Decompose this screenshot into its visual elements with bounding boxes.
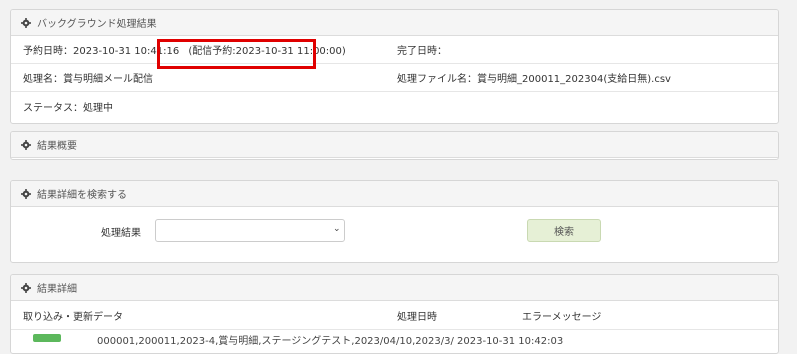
complete-label: 完了日時： [397, 46, 447, 57]
schedule-row: 予約日時：2023-10-31 10:41:16 (配信予約:2023-10-3… [11, 36, 778, 64]
result-select[interactable] [155, 219, 345, 242]
table-header: 取り込み・更新データ 処理日時 エラーメッセージ [11, 301, 778, 330]
chevron-down-icon: ⌄ [333, 224, 341, 234]
process-row: 処理名：賞与明細メール配信 処理ファイル名：賞与明細_200011_202304… [11, 64, 778, 92]
status-badge [33, 334, 61, 342]
status: ステータス：処理中 [23, 99, 113, 114]
background-result-panel: バックグラウンド処理結果 予約日時：2023-10-31 10:41:16 (配… [10, 9, 779, 124]
complete-datetime: 完了日時： [397, 42, 447, 57]
process-name: 処理名：賞与明細メール配信 [23, 70, 153, 85]
column-header: エラーメッセージ [522, 311, 602, 323]
schedule-datetime: 予約日時：2023-10-31 10:41:16 (配信予約:2023-10-3… [23, 42, 346, 57]
file-label: 処理ファイル名： [397, 74, 477, 85]
gear-icon [21, 188, 31, 199]
column-header: 処理日時 [397, 311, 437, 323]
file-value: 賞与明細_200011_202304(支給日無).csv [477, 74, 671, 85]
panel-title: バックグラウンド処理結果 [37, 19, 157, 30]
panel-title: 結果詳細を検索する [37, 190, 127, 201]
gear-icon [21, 17, 31, 28]
status-row: ステータス：処理中 [11, 92, 778, 120]
panel-title: 結果概要 [37, 141, 77, 152]
status-value: 処理中 [83, 102, 113, 114]
summary-panel: 結果概要 [10, 131, 779, 160]
process-name-label: 処理名： [23, 74, 63, 85]
search-button[interactable]: 検索 [527, 219, 601, 242]
panel-header: 結果詳細を検索する [11, 181, 778, 207]
gear-icon [21, 139, 31, 150]
table-row: 000001,200011,2023-4,賞与明細,ステージングテスト,2023… [11, 330, 778, 350]
process-file: 処理ファイル名：賞与明細_200011_202304(支給日無).csv [397, 70, 671, 85]
panel-header: バックグラウンド処理結果 [11, 10, 778, 36]
gear-icon [21, 282, 31, 293]
status-label: ステータス： [23, 102, 83, 114]
detail-panel: 結果詳細 取り込み・更新データ 処理日時 エラーメッセージ 000001,200… [10, 274, 779, 354]
delivery-note: (配信予約:2023-10-31 11:00:00) [188, 46, 346, 57]
panel-header: 結果詳細 [11, 275, 778, 301]
search-form: 処理結果 ⌄ 検索 [11, 207, 778, 262]
result-label: 処理結果 [101, 228, 141, 239]
search-panel: 結果詳細を検索する 処理結果 ⌄ 検索 [10, 180, 779, 263]
panel-title: 結果詳細 [37, 284, 77, 295]
panel-header: 結果概要 [11, 132, 778, 158]
schedule-label: 予約日時： [23, 46, 73, 57]
column-header: 取り込み・更新データ [23, 311, 123, 323]
process-name-value: 賞与明細メール配信 [63, 74, 153, 85]
schedule-value: 2023-10-31 10:41:16 [73, 46, 180, 57]
